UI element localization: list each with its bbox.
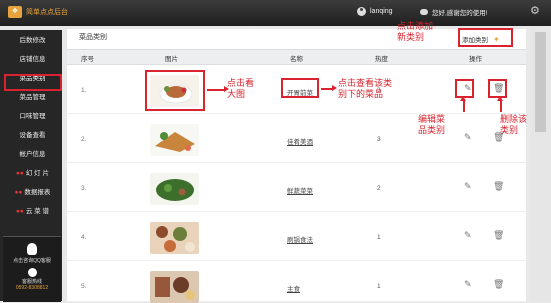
col-hot: 热度 (375, 56, 388, 63)
hot-value: 1 (377, 283, 381, 290)
sidebar-item-store-info[interactable]: 店铺信息 (4, 53, 61, 67)
page-title: 菜品类别 (79, 34, 107, 41)
table-row: 4. 刷锅食法 1 ✎ 🗑 (67, 212, 526, 261)
col-name: 名称 (290, 56, 303, 63)
arrow-image (207, 86, 229, 92)
scrollbar-thumb[interactable] (535, 32, 546, 132)
row-index: 2. (81, 136, 87, 143)
table-row: 2. 佳肴美酒 3 ✎ 🗑 (67, 114, 526, 163)
phone-icon (27, 268, 37, 277)
trash-icon[interactable]: 🗑 (493, 181, 504, 192)
app-title: 简单点点后台 (26, 9, 68, 16)
highlight-box-active-item (4, 74, 62, 91)
category-link[interactable]: 刷锅食法 (287, 234, 313, 244)
main-content: 菜品类别 添加类别 ✦ 序号 图片 名称 热度 操作 1. 开胃前菜 3 ✎ 🗑 … (67, 29, 526, 303)
dish-thumbnail[interactable] (150, 124, 199, 156)
col-image: 图片 (165, 56, 178, 63)
annotation-add: 点击添加 新类别 (397, 21, 434, 42)
dish-thumbnail[interactable] (150, 173, 199, 205)
hot-value: 2 (377, 185, 381, 192)
qq-icon[interactable] (27, 243, 37, 255)
table-row: 5. 主食 1 ✎ 🗑 (67, 261, 526, 303)
user-icon (357, 7, 366, 16)
row-index: 1. (81, 87, 87, 94)
trash-icon[interactable]: 🗑 (493, 279, 504, 290)
pencil-icon[interactable]: ✎ (464, 279, 475, 290)
new-tag: ●● (16, 208, 24, 215)
user-menu[interactable]: lanqing (357, 7, 393, 16)
app-logo[interactable]: ❖ 简单点点后台 (8, 6, 68, 18)
sidebar-item-slides[interactable]: ●● 幻 灯 片 (4, 167, 61, 181)
highlight-box-category (281, 78, 319, 98)
row-index: 4. (81, 234, 87, 241)
new-tag: ●● (14, 189, 23, 196)
sidebar-menu: 后数修改 店铺信息 菜品类别 菜品管理 口味管理 设备查看 帐户信息 ●● 幻 灯… (4, 34, 61, 224)
sidebar-item-password[interactable]: 后数修改 (4, 34, 61, 48)
qq-link[interactable]: 点击咨询QQ客服 (3, 257, 61, 264)
pencil-icon[interactable]: ✎ (464, 132, 475, 143)
col-actions: 操作 (469, 56, 482, 63)
dish-thumbnail[interactable] (150, 271, 199, 303)
sidebar-item-flavor-management[interactable]: 口味管理 (4, 110, 61, 124)
sidebar-item-device-view[interactable]: 设备查看 (4, 129, 61, 143)
sidebar-item-dish-management[interactable]: 菜品管理 (4, 91, 61, 105)
annotation-delete: 删除该 类别 (500, 114, 528, 135)
table-row: 3. 鲜蔬菜菜 2 ✎ 🗑 (67, 163, 526, 212)
annotation-category: 点击查看该类 别下的菜品 (338, 78, 393, 99)
arrow-category (321, 85, 337, 91)
support-panel: 点击咨询QQ客服 客服热线 0592-8308812 (3, 236, 61, 302)
row-index: 5. (81, 283, 87, 290)
dish-thumbnail[interactable] (150, 222, 199, 254)
welcome-text: 您好,感谢您的使用! (432, 10, 488, 17)
trash-icon[interactable]: 🗑 (493, 230, 504, 241)
category-link[interactable]: 佳肴美酒 (287, 136, 313, 146)
hotline-label: 客服热线 (21, 279, 42, 285)
category-link[interactable]: 鲜蔬菜菜 (287, 185, 313, 195)
sidebar-item-account-info[interactable]: 帐户信息 (4, 148, 61, 162)
arrow-edit (460, 96, 466, 112)
new-tag: ●● (16, 170, 24, 177)
gear-icon[interactable]: ⚙ (530, 6, 541, 17)
annotation-image: 点击看 大图 (227, 78, 255, 99)
row-index: 3. (81, 185, 87, 192)
top-bar: ❖ 简单点点后台 lanqing 您好,感谢您的使用! ⚙ (0, 0, 551, 26)
table-header: 序号 图片 名称 热度 操作 (67, 49, 526, 65)
highlight-box-add (458, 28, 513, 47)
pencil-icon[interactable]: ✎ (464, 181, 475, 192)
category-link[interactable]: 主食 (287, 283, 300, 293)
hot-value: 3 (377, 136, 381, 143)
hotline-number: 0592-8308812 (15, 285, 49, 291)
vertical-scrollbar[interactable] (530, 26, 551, 301)
pencil-icon[interactable]: ✎ (464, 230, 475, 241)
message-icon (420, 9, 428, 15)
sidebar: 后数修改 店铺信息 菜品类别 菜品管理 口味管理 设备查看 帐户信息 ●● 幻 灯… (0, 30, 62, 302)
col-index: 序号 (81, 56, 94, 63)
logo-icon: ❖ (8, 6, 22, 18)
hot-value: 1 (377, 234, 381, 241)
sidebar-item-cloud-recipes[interactable]: ●● 云 菜 谱 (4, 205, 61, 219)
username: lanqing (370, 8, 393, 15)
annotation-edit: 编辑菜 品类别 (418, 114, 446, 135)
welcome-message: 您好,感谢您的使用! (420, 7, 488, 17)
sidebar-item-reports[interactable]: ●● 数据报表 (4, 186, 61, 200)
highlight-box-image (145, 70, 205, 111)
arrow-delete (497, 96, 503, 112)
